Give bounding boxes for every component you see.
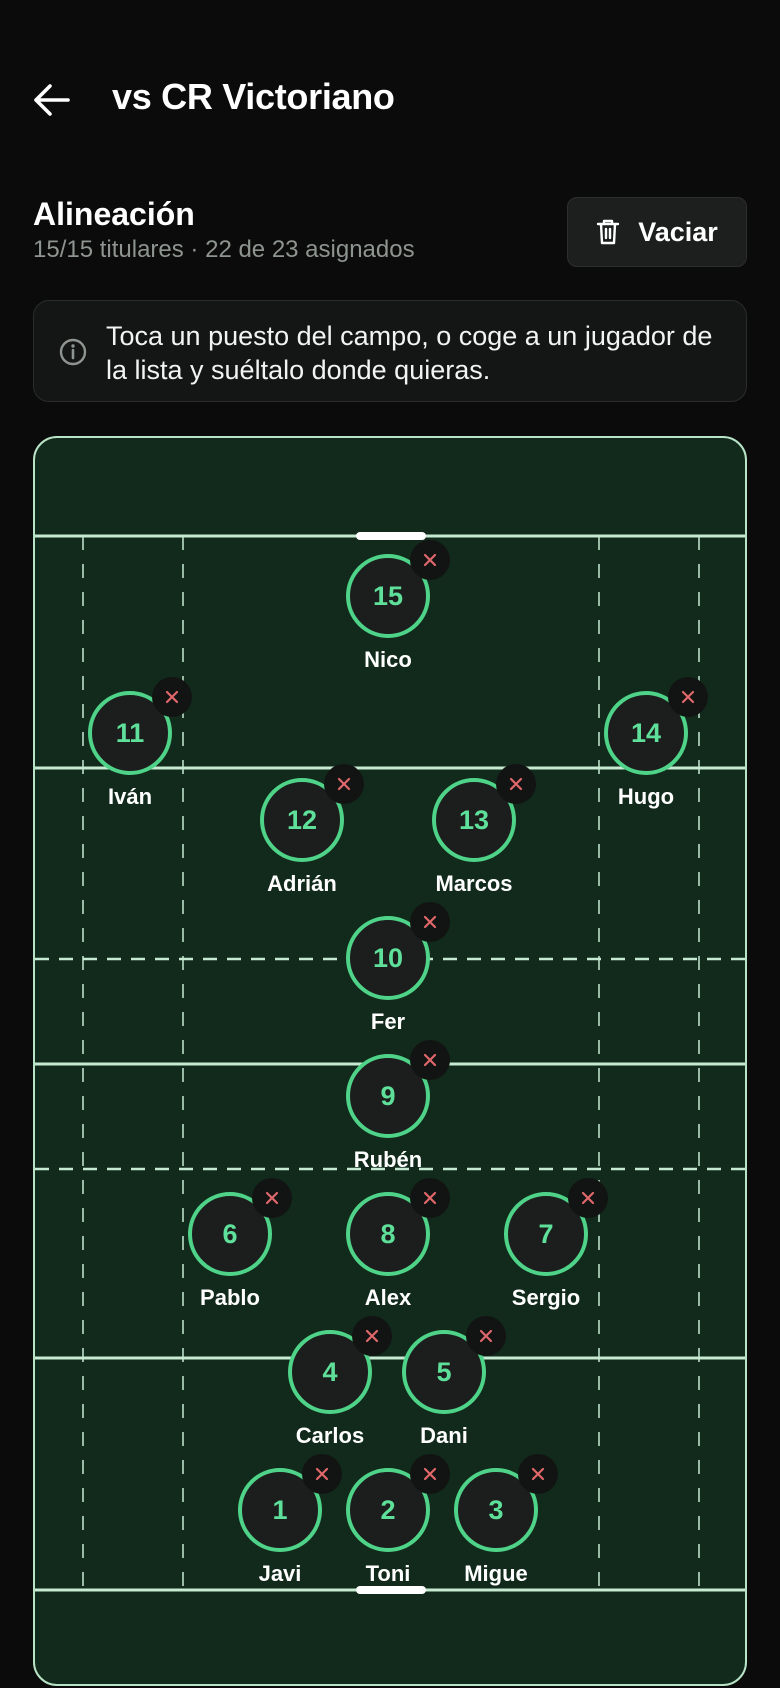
clear-button[interactable]: Vaciar [567, 197, 747, 267]
player-slot-11[interactable]: 11 Iván [58, 677, 208, 821]
player-name: Pablo [200, 1285, 260, 1310]
player-slot-8[interactable]: 8 Alex [316, 1178, 466, 1322]
remove-player-button[interactable] [152, 677, 192, 717]
player-slot-3[interactable]: 3 Migue [424, 1454, 574, 1598]
trash-icon [597, 219, 620, 245]
player-slot-15[interactable]: 15 Nico [316, 540, 466, 684]
player-slot-6[interactable]: 6 Pablo [158, 1178, 308, 1322]
close-icon [531, 1467, 545, 1481]
lineup-subtitle: 15/15 titulares · 22 de 23 asignados [33, 236, 415, 263]
close-icon [479, 1329, 493, 1343]
remove-player-button[interactable] [568, 1178, 608, 1218]
player-name: Nico [364, 647, 412, 672]
close-icon [681, 690, 695, 704]
player-name: Fer [370, 1009, 406, 1034]
top-bar: vs CR Victoriano [0, 0, 780, 190]
remove-player-button[interactable] [252, 1178, 292, 1218]
close-icon [337, 777, 351, 791]
close-icon [423, 1053, 437, 1067]
close-icon [581, 1191, 595, 1205]
close-icon [509, 777, 523, 791]
remove-player-button[interactable] [410, 540, 450, 580]
remove-player-button[interactable] [518, 1454, 558, 1494]
back-button[interactable] [22, 70, 82, 130]
lineup-title: Alineación [33, 196, 195, 232]
player-slot-9[interactable]: 9 Rubén [316, 1040, 466, 1184]
player-slot-13[interactable]: 13 Marcos [402, 764, 552, 908]
player-slot-10[interactable]: 10 Fer [316, 902, 466, 1046]
remove-player-button[interactable] [324, 764, 364, 804]
remove-player-button[interactable] [410, 1040, 450, 1080]
info-icon [59, 338, 87, 366]
remove-player-button[interactable] [496, 764, 536, 804]
close-icon [265, 1191, 279, 1205]
arrow-left-icon [34, 84, 70, 116]
player-name: Rubén [353, 1147, 423, 1172]
player-slot-12[interactable]: 12 Adrián [230, 764, 380, 908]
player-name: Iván [107, 784, 153, 809]
close-icon [423, 553, 437, 567]
player-slot-7[interactable]: 7 Sergio [474, 1178, 624, 1322]
player-slot-14[interactable]: 14 Hugo [574, 677, 724, 821]
player-name: Dani [420, 1423, 468, 1448]
clear-button-label: Vaciar [638, 216, 718, 247]
remove-player-button[interactable] [410, 902, 450, 942]
player-name: Adrián [267, 871, 337, 896]
player-name: Migue [464, 1561, 528, 1586]
remove-player-button[interactable] [466, 1316, 506, 1356]
player-name: Marcos [435, 871, 513, 896]
player-name: Hugo [617, 784, 675, 809]
close-icon [165, 690, 179, 704]
player-slot-5[interactable]: 5 Dani [372, 1316, 522, 1460]
close-icon [423, 1191, 437, 1205]
close-icon [423, 915, 437, 929]
remove-player-button[interactable] [410, 1178, 450, 1218]
info-banner: Toca un puesto del campo, o coge a un ju… [33, 300, 747, 402]
rugby-field[interactable]: 15 Nico 11 Iván 14 Hugo 12 Adrián 13 Mar… [33, 436, 747, 1686]
remove-player-button[interactable] [668, 677, 708, 717]
player-name: Alex [364, 1285, 412, 1310]
player-name: Sergio [511, 1285, 581, 1310]
info-text: Toca un puesto del campo, o coge a un ju… [106, 321, 713, 385]
page-title: vs CR Victoriano [112, 76, 395, 117]
